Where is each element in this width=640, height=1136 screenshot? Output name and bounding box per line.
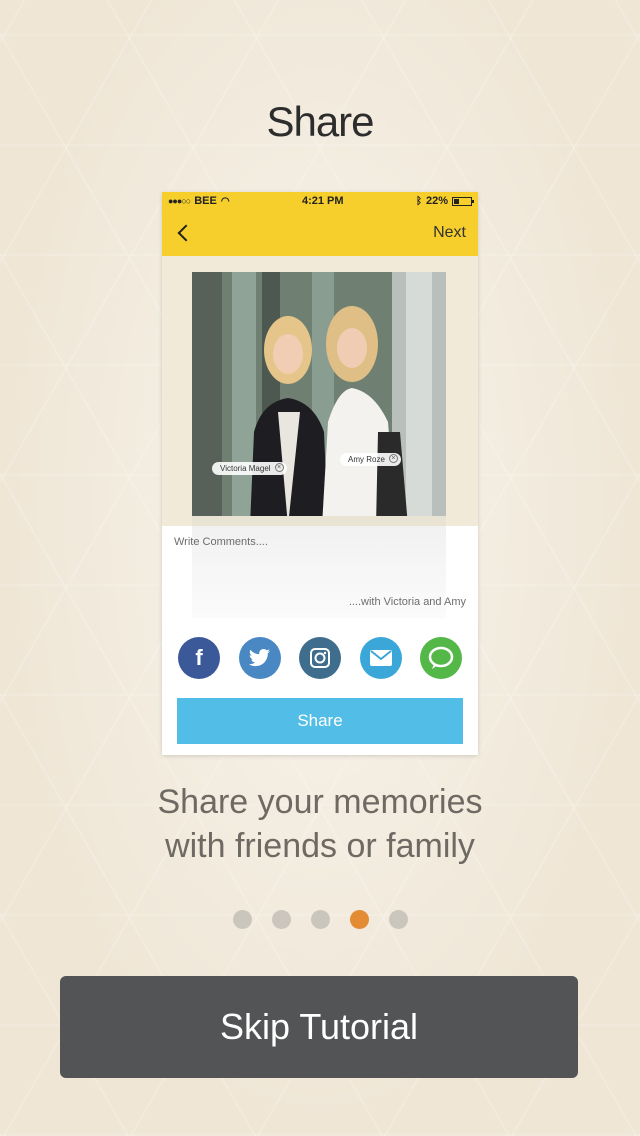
mockup-social-row: f — [162, 618, 478, 698]
mockup-status-bar: ●●●○○ BEE ◠ 4:21 PM ᛒ 22% — [162, 192, 478, 210]
page-dot[interactable] — [232, 910, 252, 929]
page-title: Share — [266, 98, 374, 145]
page-indicator — [0, 910, 640, 929]
description-line-1: Share your memories — [157, 783, 483, 821]
battery-icon — [452, 196, 474, 206]
wifi-icon: ◠ — [220, 195, 230, 207]
page-dot[interactable] — [271, 910, 291, 929]
page-dot-active[interactable] — [349, 910, 369, 929]
twitter-icon — [238, 637, 281, 679]
back-chevron-icon — [177, 224, 195, 242]
photo-tag-amy: Amy Roze × — [340, 453, 401, 466]
mail-icon — [359, 637, 402, 679]
photo-tag-label: Amy Roze — [348, 455, 385, 464]
instagram-icon — [299, 637, 341, 679]
tutorial-description: Share your memories with friends or fami… — [0, 780, 640, 868]
skip-tutorial-button[interactable]: Skip Tutorial — [60, 976, 578, 1078]
carrier-label: BEE — [194, 195, 217, 207]
mockup-nav-bar: Next — [162, 210, 478, 256]
mockup-next-button: Next — [433, 224, 466, 241]
tag-remove-icon: × — [274, 463, 284, 472]
photo-tag-label: Victoria Magel — [220, 464, 271, 473]
mockup-comment-area: Write Comments.... ....with Victoria and… — [162, 526, 478, 618]
status-time: 4:21 PM — [301, 195, 344, 207]
photo-two-women — [192, 272, 446, 526]
page-dot[interactable] — [310, 910, 330, 929]
bluetooth-icon: ᛒ — [415, 195, 422, 207]
photo-illustration — [192, 272, 446, 526]
tag-remove-icon: × — [388, 454, 398, 463]
description-line-2: with friends or family — [165, 827, 475, 865]
battery-percent: 22% — [425, 195, 448, 207]
mockup-photo-area: Victoria Magel × Amy Roze × — [162, 256, 478, 526]
message-icon — [420, 637, 462, 679]
mockup-comment-suffix: ....with Victoria and Amy — [348, 596, 466, 608]
facebook-icon: f — [178, 637, 220, 679]
phone-mockup: ●●●○○ BEE ◠ 4:21 PM ᛒ 22% Next Victoria … — [162, 192, 478, 755]
signal-icon: ●●●○○ — [168, 196, 191, 206]
mockup-comment-field: Write Comments.... — [174, 536, 268, 548]
mockup-share-button: Share — [177, 698, 463, 744]
page-dot[interactable] — [388, 910, 408, 929]
photo-tag-victoria: Victoria Magel × — [212, 462, 287, 475]
